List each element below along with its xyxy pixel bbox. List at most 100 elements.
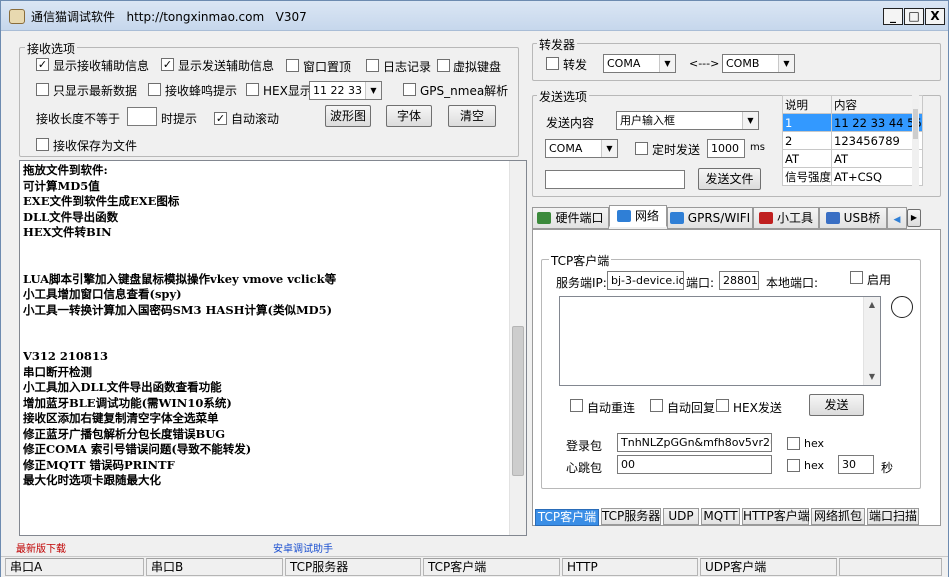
network-icon bbox=[616, 210, 631, 222]
table-header-desc[interactable]: 说明 bbox=[782, 95, 832, 114]
forward-port-b-select[interactable]: COMB ▼ bbox=[722, 54, 795, 73]
hex-display-select[interactable]: 11 22 33 ▼ bbox=[309, 81, 382, 100]
only-latest-checkbox[interactable] bbox=[36, 83, 49, 96]
log-record-checkbox[interactable] bbox=[366, 59, 379, 72]
timed-send-label: 定时发送 bbox=[652, 143, 701, 157]
send-port-value: COMA bbox=[549, 142, 583, 155]
log-scrollbar[interactable] bbox=[509, 161, 526, 535]
latest-download-link[interactable]: 最新版下载 bbox=[16, 540, 66, 555]
forward-port-a-select[interactable]: COMA ▼ bbox=[603, 54, 676, 73]
table-header-content[interactable]: 内容 bbox=[831, 95, 923, 114]
subtab-2[interactable]: UDP bbox=[663, 508, 699, 525]
preset-content-cell[interactable]: 11 22 33 44 55 bbox=[831, 113, 923, 132]
tab-1[interactable]: 网络 bbox=[609, 205, 667, 227]
scroll-down-icon[interactable]: ▼ bbox=[864, 369, 880, 385]
send-file-button[interactable]: 发送文件 bbox=[698, 168, 761, 190]
chevron-down-icon: ▼ bbox=[601, 140, 617, 157]
table-row[interactable]: 1 11 22 33 44 55 bbox=[782, 113, 923, 132]
maximize-button[interactable]: □ bbox=[904, 8, 924, 25]
enable-checkbox[interactable] bbox=[850, 271, 863, 284]
auto-scroll-checkbox[interactable]: ✓ bbox=[214, 112, 227, 125]
recv-length-input[interactable] bbox=[127, 107, 157, 126]
show-recv-aux-label: 显示接收辅助信息 bbox=[53, 59, 150, 73]
table-row[interactable]: AT AT bbox=[782, 149, 923, 168]
waveform-button[interactable]: 波形图 bbox=[325, 105, 371, 127]
subtab-0[interactable]: TCP客户端 bbox=[535, 509, 599, 526]
tab-scroll-right-button[interactable]: ▶ bbox=[907, 209, 921, 227]
close-button[interactable]: X bbox=[925, 8, 945, 25]
heartbeat-interval-input[interactable]: 30 bbox=[838, 455, 874, 474]
window-top-checkbox[interactable] bbox=[286, 59, 299, 72]
android-helper-link[interactable]: 安卓调试助手 bbox=[273, 540, 333, 555]
server-ip-label: 服务端IP: bbox=[556, 276, 607, 290]
tcp-send-button[interactable]: 发送 bbox=[809, 394, 864, 416]
preset-scroll-thumb[interactable] bbox=[913, 109, 918, 139]
tab-0[interactable]: 硬件端口 bbox=[532, 207, 609, 229]
len-not-equal-label: 接收长度不等于 bbox=[36, 112, 121, 126]
tab-2[interactable]: GPRS/WIFI bbox=[667, 207, 753, 229]
forward-checkbox[interactable] bbox=[546, 57, 559, 70]
tab-5[interactable]: ◀ bbox=[887, 207, 907, 229]
tab-4[interactable]: USB桥 bbox=[819, 207, 887, 229]
subtab-3[interactable]: MQTT bbox=[701, 508, 740, 525]
send-port-select[interactable]: COMA ▼ bbox=[545, 139, 618, 158]
forward-label: 转发 bbox=[563, 58, 588, 72]
auto-reply-checkbox[interactable] bbox=[650, 399, 663, 412]
server-ip-input[interactable]: bj-3-device.iot-api bbox=[607, 271, 684, 290]
hex-send-checkbox[interactable] bbox=[716, 399, 729, 412]
login-hex-checkbox[interactable] bbox=[787, 437, 800, 450]
virtual-keyboard-checkbox[interactable] bbox=[437, 59, 450, 72]
receive-log-area[interactable]: 拖放文件到软件: 可计算MD5值 EXE文件到软件生成EXE图标 DLL文件导出函数 H… bbox=[19, 160, 527, 536]
log-record-label: 日志记录 bbox=[383, 60, 432, 74]
tcp-receive-area[interactable]: ▲ ▼ bbox=[559, 296, 881, 386]
chip-icon bbox=[537, 212, 552, 224]
log-line: 修正MQTT 错误码PRINTF bbox=[23, 457, 175, 472]
app-name: 通信猫调试软件 bbox=[31, 10, 116, 24]
preset-desc-cell[interactable]: AT bbox=[782, 149, 832, 168]
send-content-select[interactable]: 用户输入框 ▼ bbox=[616, 111, 759, 130]
preset-content-cell[interactable]: 123456789 bbox=[831, 131, 923, 150]
table-row[interactable]: 2 123456789 bbox=[782, 131, 923, 150]
interval-input[interactable]: 1000 bbox=[707, 139, 745, 158]
auto-reconnect-checkbox[interactable] bbox=[570, 399, 583, 412]
port-input[interactable]: 28801 bbox=[719, 271, 759, 290]
preset-content-cell[interactable]: AT bbox=[831, 149, 923, 168]
heartbeat-hex-checkbox[interactable] bbox=[787, 459, 800, 472]
subtab-4[interactable]: HTTP客户端 bbox=[742, 508, 810, 525]
hex-send-label: HEX发送 bbox=[733, 401, 782, 415]
forward-port-a-value: COMA bbox=[607, 57, 641, 70]
preset-desc-cell[interactable]: 信号强度 bbox=[782, 167, 832, 186]
tab-3[interactable]: 小工具 bbox=[753, 207, 819, 229]
login-packet-input[interactable]: TnhNLZpGGn&mfh8ov5vr2ubsqq bbox=[617, 433, 772, 452]
show-send-aux-checkbox[interactable]: ✓ bbox=[161, 58, 174, 71]
subtab-6[interactable]: 端口扫描 bbox=[867, 508, 919, 525]
window-top-label: 窗口置顶 bbox=[303, 60, 352, 74]
tcp-receive-scrollbar[interactable]: ▲ ▼ bbox=[863, 297, 880, 385]
gps-parse-checkbox[interactable] bbox=[403, 83, 416, 96]
timed-send-checkbox[interactable] bbox=[635, 142, 648, 155]
send-content-label: 发送内容 bbox=[546, 116, 595, 130]
log-line: V312 210813 bbox=[23, 349, 108, 363]
preset-desc-cell[interactable]: 1 bbox=[782, 113, 832, 132]
preset-command-table[interactable]: 说明 内容 1 11 22 33 44 55 2 123456789 AT AT 信号强度 A… bbox=[782, 95, 923, 186]
font-button[interactable]: 字体 bbox=[386, 105, 432, 127]
send-file-path-input[interactable] bbox=[545, 170, 685, 189]
preset-content-cell[interactable]: AT+CSQ bbox=[831, 167, 923, 186]
subtab-1[interactable]: TCP服务器 bbox=[601, 508, 661, 525]
preset-desc-cell[interactable]: 2 bbox=[782, 131, 832, 150]
show-recv-aux-checkbox[interactable]: ✓ bbox=[36, 58, 49, 71]
table-row[interactable]: 信号强度 AT+CSQ bbox=[782, 167, 923, 186]
log-scroll-thumb[interactable] bbox=[512, 326, 524, 476]
recv-beep-checkbox[interactable] bbox=[148, 83, 161, 96]
heartbeat-input[interactable]: 00 bbox=[617, 455, 772, 474]
hex-display-checkbox[interactable] bbox=[246, 83, 259, 96]
scroll-up-icon[interactable]: ▲ bbox=[864, 297, 880, 313]
clear-button[interactable]: 清空 bbox=[448, 105, 496, 127]
save-to-file-checkbox[interactable] bbox=[36, 138, 49, 151]
log-line: HEX文件转BIN bbox=[23, 225, 112, 239]
preset-table-scrollbar[interactable] bbox=[912, 95, 919, 191]
window-title: 通信猫调试软件 http://tongxinmao.com V307 bbox=[31, 8, 307, 25]
minimize-button[interactable]: _ bbox=[883, 8, 903, 25]
subtab-5[interactable]: 网络抓包 bbox=[811, 508, 865, 525]
